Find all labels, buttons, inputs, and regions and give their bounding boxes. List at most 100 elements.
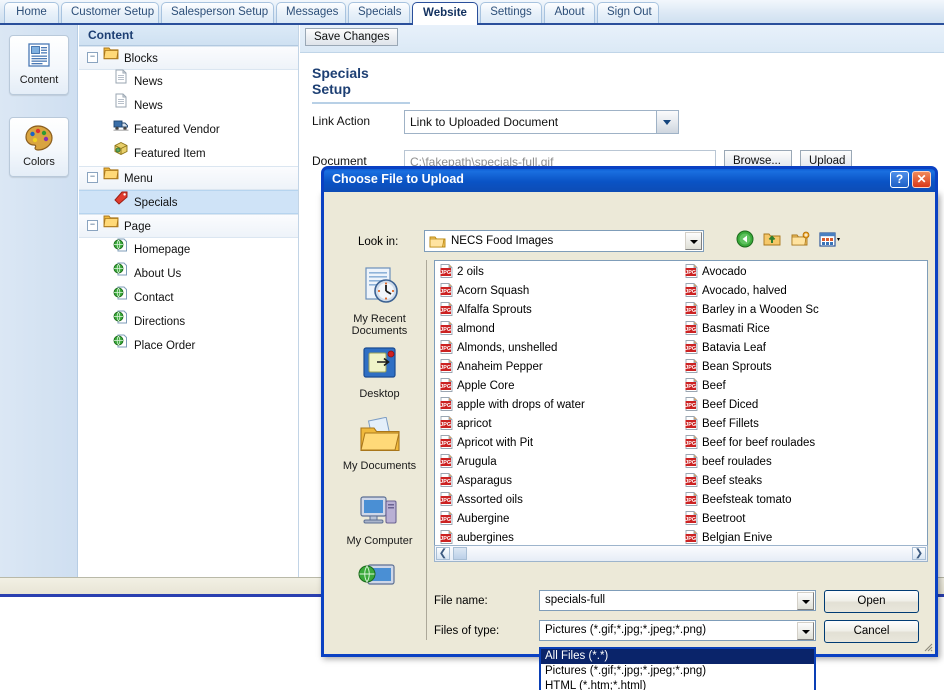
jpg-file-icon: JPG [440,454,453,468]
files-of-type-select[interactable]: Pictures (*.gif;*.jpg;*.jpeg;*.png) [539,620,816,641]
chevron-down-icon[interactable] [797,592,814,610]
file-item-label: Basmati Rice [702,323,770,335]
file-name-input[interactable]: specials-full [539,590,816,611]
dropdown-option-html[interactable]: HTML (*.htm;*.html) [541,679,814,690]
file-item[interactable]: JPG apple with drops of water [438,396,683,415]
scroll-right-icon[interactable]: ❯ [912,547,926,560]
chevron-down-icon[interactable] [797,622,814,640]
file-item[interactable]: JPG Avocado [683,263,927,282]
tree-item-featured-vendor[interactable]: Featured Vendor [79,118,298,142]
tab-home[interactable]: Home [4,2,59,23]
dropdown-option-all-files[interactable]: All Files (*.*) [541,649,814,664]
views-icon[interactable] [819,231,842,251]
place-desktop[interactable]: Desktop [332,345,427,400]
file-item[interactable]: JPG Beef Diced [683,396,927,415]
link-action-select[interactable]: Link to Uploaded Document [404,110,679,134]
close-icon[interactable]: ✕ [912,171,931,188]
tab-label: Customer Setup [71,6,155,18]
tree-item-homepage[interactable]: Homepage [79,238,298,262]
file-item[interactable]: JPG beef roulades [683,453,927,472]
tab-settings[interactable]: Settings [480,2,542,23]
scroll-left-icon[interactable]: ❮ [436,547,450,560]
file-item[interactable]: JPG Beetroot [683,510,927,529]
file-item[interactable]: JPG Assorted oils [438,491,683,510]
rail-button-content[interactable]: Content [9,35,69,95]
tree-item-place-order[interactable]: Place Order [79,334,298,358]
dropdown-option-pictures[interactable]: Pictures (*.gif;*.jpg;*.jpeg;*.png) [541,664,814,679]
file-item[interactable]: JPG almond [438,320,683,339]
resize-grip[interactable] [921,640,933,652]
collapse-expander-icon[interactable]: − [87,220,98,232]
tree-item-menu[interactable]: − Menu [79,166,298,190]
place-my-computer[interactable]: My Computer [332,492,427,547]
file-item[interactable]: JPG apricot [438,415,683,434]
collapse-expander-icon[interactable]: − [87,172,98,184]
tree-item-specials[interactable]: Specials [79,190,298,214]
up-one-level-icon[interactable] [763,231,781,251]
save-bar: Save Changes [300,25,944,53]
svg-text:JPG: JPG [440,365,451,371]
dialog-title-bar[interactable]: Choose File to Upload ? ✕ [321,166,938,192]
tab-salesperson-setup[interactable]: Salesperson Setup [161,2,274,23]
file-list-horizontal-scrollbar[interactable]: ❮ ❯ [434,545,928,562]
save-changes-button[interactable]: Save Changes [305,28,399,46]
file-item[interactable]: JPG Almonds, unshelled [438,339,683,358]
file-item[interactable]: JPG Beef for beef roulades [683,434,927,453]
tab-website[interactable]: Website [412,2,478,25]
file-item[interactable]: JPG Barley in a Wooden Sc [683,301,927,320]
tab-messages[interactable]: Messages [276,2,346,23]
place-my-network-places[interactable] [332,562,427,595]
cancel-button[interactable]: Cancel [824,620,919,643]
tree-item-directions[interactable]: Directions [79,310,298,334]
back-icon[interactable] [736,230,754,251]
file-item[interactable]: JPG Basmati Rice [683,320,927,339]
files-of-type-dropdown[interactable]: All Files (*.*) Pictures (*.gif;*.jpg;*.… [539,647,816,690]
content-icon [10,36,68,74]
tree-item-news[interactable]: News [79,69,298,94]
file-list[interactable]: JPG 2 oils JPG Acorn Squash JPG Alfalfa Sprou… [434,260,928,553]
place-label: My Documents [342,460,417,472]
file-item[interactable]: JPG Anaheim Pepper [438,358,683,377]
look-in-select[interactable]: NECS Food Images [424,230,704,252]
help-icon[interactable]: ? [890,171,909,188]
file-item[interactable]: JPG Beef Fillets [683,415,927,434]
file-item[interactable]: JPG 2 oils [438,263,683,282]
tree-item-page[interactable]: − Page [79,214,298,238]
open-button[interactable]: Open [824,590,919,613]
file-item[interactable]: JPG Beef steaks [683,472,927,491]
file-item[interactable]: JPG Aubergine [438,510,683,529]
file-item[interactable]: JPG Beefsteak tomato [683,491,927,510]
file-item[interactable]: JPG Apple Core [438,377,683,396]
file-item[interactable]: JPG Bean Sprouts [683,358,927,377]
file-item[interactable]: JPG Alfalfa Sprouts [438,301,683,320]
file-item[interactable]: JPG Asparagus [438,472,683,491]
file-item[interactable]: JPG Acorn Squash [438,282,683,301]
file-item[interactable]: JPG Batavia Leaf [683,339,927,358]
page-icon [113,69,129,93]
tab-customer-setup[interactable]: Customer Setup [61,2,159,23]
tree-item-about-us[interactable]: About Us [79,262,298,286]
file-item[interactable]: JPG Beef [683,377,927,396]
file-item-label: Alfalfa Sprouts [457,304,532,316]
file-item-label: Beetroot [702,513,746,525]
tab-about[interactable]: About [544,2,595,23]
jpg-file-icon: JPG [685,416,698,430]
scrollbar-thumb[interactable] [453,547,467,560]
tree-item-blocks[interactable]: − Blocks [79,46,298,70]
file-item[interactable]: JPG Arugula [438,453,683,472]
jpg-file-icon: JPG [440,511,453,525]
file-item[interactable]: JPG Apricot with Pit [438,434,683,453]
file-item[interactable]: JPG Avocado, halved [683,282,927,301]
rail-button-colors[interactable]: Colors [9,117,69,177]
new-folder-icon[interactable] [791,231,810,251]
place-my-documents[interactable]: My Documents [332,416,427,472]
tab-sign-out[interactable]: Sign Out [597,2,659,23]
content-tree-header: Content [79,25,298,46]
tab-specials[interactable]: Specials [348,2,410,23]
collapse-expander-icon[interactable]: − [87,52,98,64]
tree-item-featured-item[interactable]: Featured Item [79,141,298,166]
place-my-recent-documents[interactable]: My Recent Documents [332,266,427,337]
tree-item-contact[interactable]: Contact [79,286,298,310]
tree-item-news[interactable]: News [79,93,298,118]
svg-text:JPG: JPG [685,365,696,371]
